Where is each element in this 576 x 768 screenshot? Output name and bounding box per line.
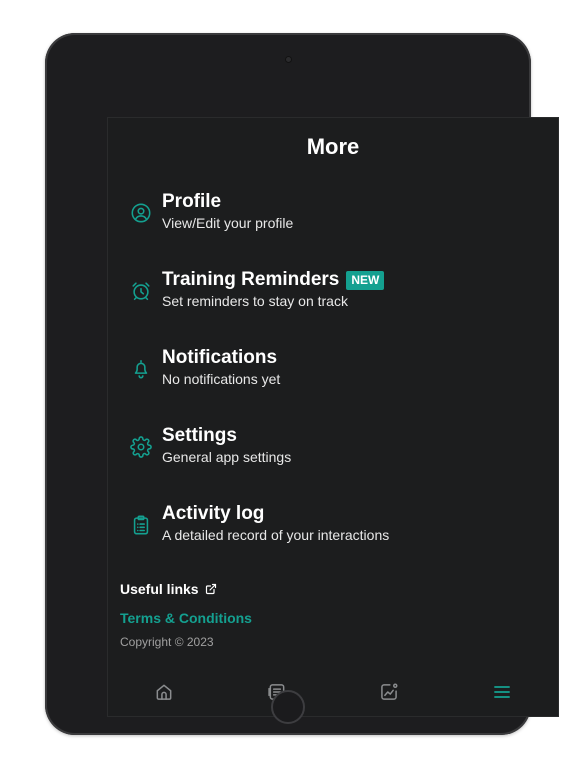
progress-chart-icon [379,682,399,702]
useful-links-label: Useful links [120,581,199,597]
new-badge: NEW [346,270,385,290]
bottom-tab-bar [108,668,558,716]
menu-item-description: General app settings [162,449,292,465]
nav-more-button[interactable] [492,682,512,702]
front-camera [285,56,292,63]
menu-item-label: Activity log [162,503,265,524]
page-title: More [306,134,360,159]
home-icon [154,682,174,702]
nav-progress-button[interactable] [379,682,399,702]
user-circle-icon [130,202,152,224]
menu-item-description: View/Edit your profile [162,215,294,231]
tablet-frame: More Profile View/Edit your profile Trai… [45,33,559,735]
external-link-icon [205,583,217,595]
menu-item-description: Set reminders to stay on track [162,293,348,309]
menu-item-label: Training Reminders [162,269,340,290]
menu-item-notifications[interactable]: Notifications No notifications yet [120,332,546,410]
more-menu-list: Profile View/Edit your profile Training … [120,176,546,566]
menu-item-activity-log[interactable]: Activity log A detailed record of your i… [120,488,546,566]
menu-item-training-reminders[interactable]: Training Reminders NEW Set reminders to … [120,254,546,332]
alarm-clock-icon [130,280,152,302]
device-home-button[interactable] [271,690,305,724]
copyright-text: Copyright © 2023 [120,635,214,649]
menu-item-description: No notifications yet [162,371,281,387]
menu-item-settings[interactable]: Settings General app settings [120,410,546,488]
gear-icon [130,436,152,458]
menu-item-label: Notifications [162,347,278,368]
app-screen: More Profile View/Edit your profile Trai… [107,117,559,717]
clipboard-list-icon [130,514,152,536]
terms-and-conditions-link[interactable]: Terms & Conditions [120,610,252,626]
menu-item-description: A detailed record of your interactions [162,527,390,543]
menu-item-label: Settings [162,425,237,446]
useful-links-link[interactable]: Useful links [120,581,217,597]
menu-item-profile[interactable]: Profile View/Edit your profile [120,176,546,254]
menu-item-label: Profile [162,191,222,212]
nav-home-button[interactable] [154,682,174,702]
bell-icon [130,358,152,380]
menu-icon [492,682,512,702]
